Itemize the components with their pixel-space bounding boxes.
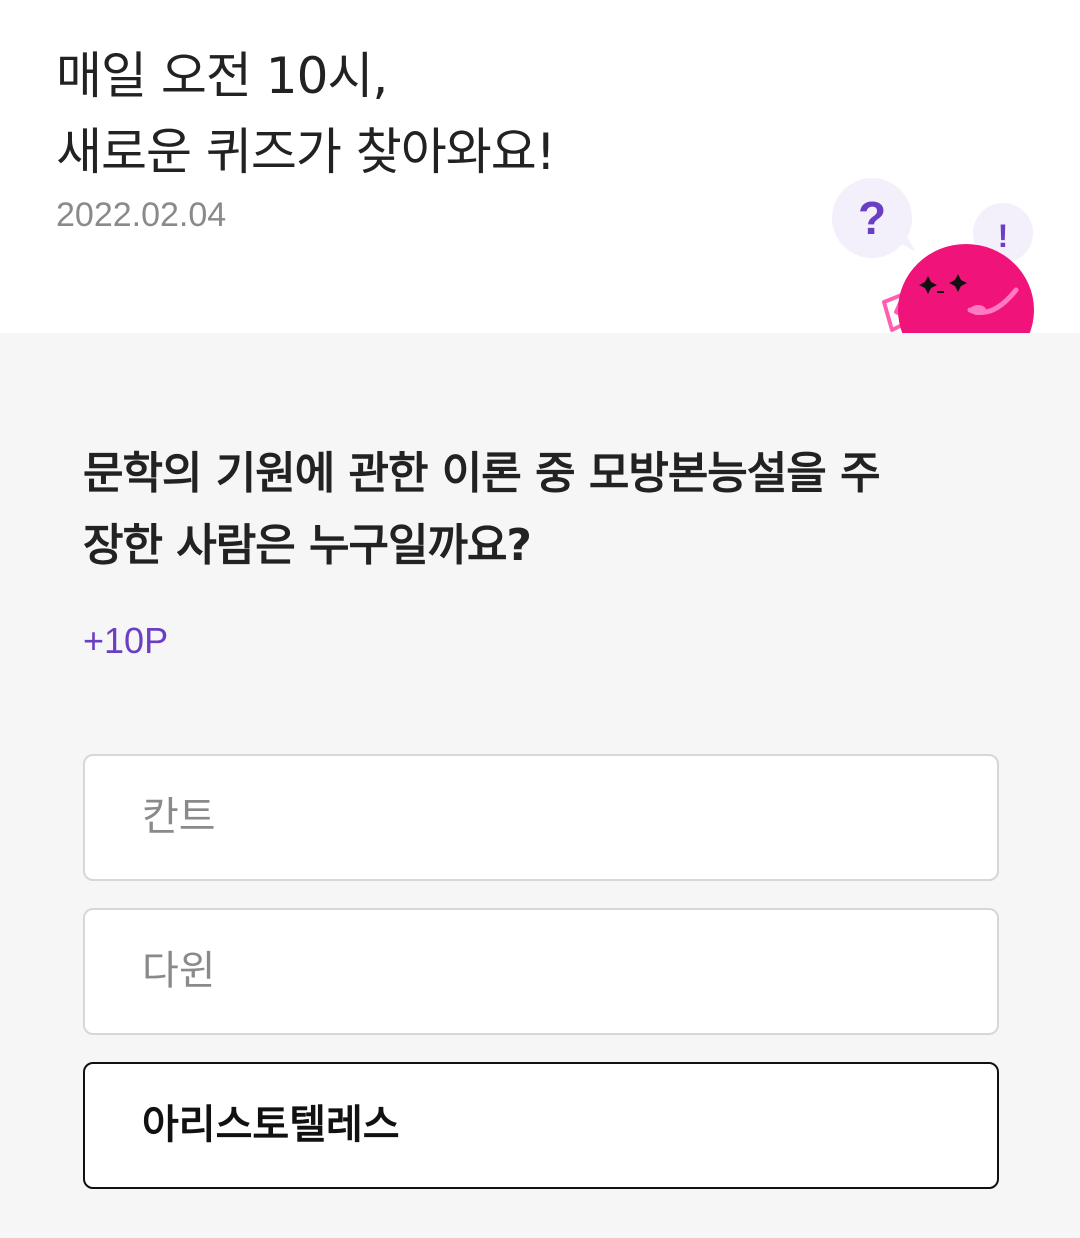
title-line-2: 새로운 퀴즈가 찾아와요!: [56, 123, 556, 181]
answer-option-label: 칸트: [142, 794, 216, 840]
points-badge: +10P: [83, 620, 169, 661]
quiz-date: 2022.02.04: [56, 196, 227, 234]
question-bubble-icon: ?: [832, 178, 916, 258]
answer-option-1[interactable]: 칸트: [83, 754, 999, 881]
answer-option-label: 아리스토텔레스: [142, 1102, 400, 1148]
quiz-section: 문학의 기원에 관한 이론 중 모방본능설을 주 장한 사람은 누구일까요? +…: [83, 438, 1003, 662]
quiz-question: 문학의 기원에 관한 이론 중 모방본능설을 주 장한 사람은 누구일까요?: [83, 438, 1003, 582]
question-mark: ?: [858, 192, 886, 244]
answer-option-label: 다윈: [142, 948, 216, 994]
answer-option-3[interactable]: 아리스토텔레스: [83, 1062, 999, 1189]
answer-option-2[interactable]: 다윈: [83, 908, 999, 1035]
exclaim-mark: !: [998, 218, 1009, 254]
page-title: 매일 오전 10시, 새로운 퀴즈가 찾아와요!: [56, 38, 556, 190]
title-line-1: 매일 오전 10시,: [56, 47, 388, 105]
question-line-2: 장한 사람은 누구일까요?: [83, 520, 532, 571]
question-line-1: 문학의 기원에 관한 이론 중 모방본능설을 주: [83, 448, 881, 499]
quiz-header: 매일 오전 10시, 새로운 퀴즈가 찾아와요! 2022.02.04 ? !: [0, 0, 1080, 333]
pink-blob-mascot-icon: ? !: [832, 178, 1034, 333]
